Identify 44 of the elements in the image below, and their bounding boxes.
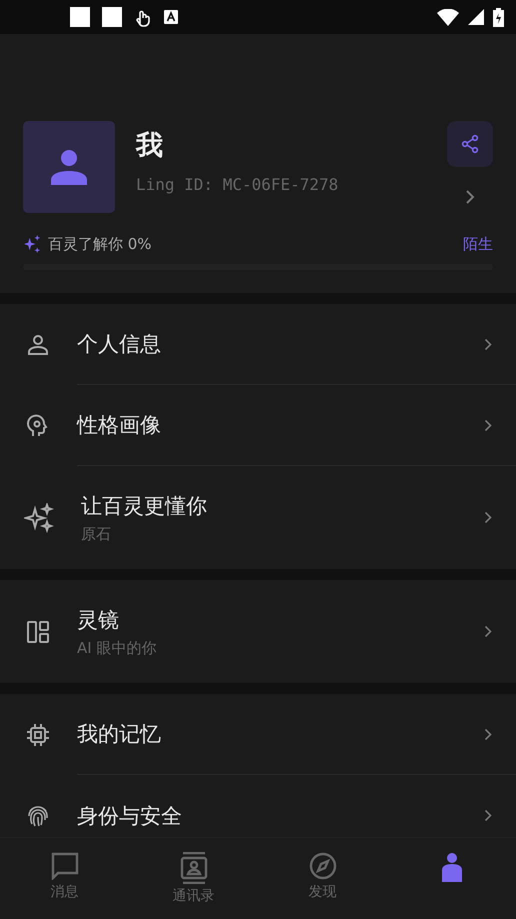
chevron-icon[interactable] bbox=[465, 189, 475, 205]
chevron-icon bbox=[484, 809, 492, 822]
dashboard-icon bbox=[26, 620, 50, 644]
menu-item[interactable]: 灵镜 AI 眼中的你 bbox=[0, 580, 516, 683]
chevron-icon bbox=[484, 338, 492, 350]
chevron-icon bbox=[484, 418, 492, 432]
notification-icon bbox=[70, 7, 90, 27]
battery-icon bbox=[493, 8, 504, 26]
wifi-icon bbox=[437, 8, 459, 26]
notification-icon bbox=[102, 7, 122, 27]
chevron-icon bbox=[484, 625, 492, 638]
menu-item-title: 我的记忆 bbox=[77, 721, 162, 748]
avatar[interactable] bbox=[23, 121, 115, 213]
compass-icon bbox=[308, 852, 336, 880]
menu-item[interactable]: 让百灵更懂你 原石 bbox=[0, 466, 516, 569]
menu-item-subtitle: AI 眼中的你 bbox=[77, 638, 158, 658]
chat-icon bbox=[50, 852, 78, 880]
person-icon bbox=[26, 332, 50, 356]
head-gear-icon bbox=[26, 414, 50, 438]
signal-icon bbox=[468, 9, 484, 25]
contacts-icon bbox=[180, 852, 208, 884]
menu-item[interactable]: 身份与安全 bbox=[0, 775, 516, 837]
menu-item[interactable]: 个人信息 bbox=[0, 304, 516, 385]
menu-item-title: 让百灵更懂你 bbox=[81, 492, 208, 520]
chevron-icon bbox=[484, 728, 492, 740]
menu-item[interactable]: 性格画像 bbox=[0, 385, 516, 466]
ling-id: Ling ID: MC-06FE-7278 bbox=[136, 175, 340, 194]
sparkle-icon bbox=[23, 235, 42, 254]
sparkle-icon bbox=[24, 502, 54, 532]
profile-name: 我 bbox=[136, 129, 164, 163]
menu-item[interactable]: 我的记忆 bbox=[0, 694, 516, 775]
font-icon bbox=[164, 10, 178, 24]
share-button[interactable] bbox=[447, 121, 493, 167]
menu-item-subtitle: 原石 bbox=[81, 524, 112, 544]
menu-item-title: 性格画像 bbox=[77, 412, 162, 439]
menu-item-title: 身份与安全 bbox=[77, 802, 183, 830]
understanding-label: 百灵了解你 0% bbox=[48, 235, 153, 254]
chevron-icon bbox=[484, 511, 492, 524]
fingerprint-icon bbox=[26, 804, 50, 828]
understanding-status: 陌生 bbox=[463, 235, 493, 254]
menu-item-title: 灵镜 bbox=[77, 606, 120, 634]
menu-item-title: 个人信息 bbox=[77, 331, 162, 358]
share-icon bbox=[460, 134, 480, 154]
chip-icon bbox=[26, 722, 50, 746]
